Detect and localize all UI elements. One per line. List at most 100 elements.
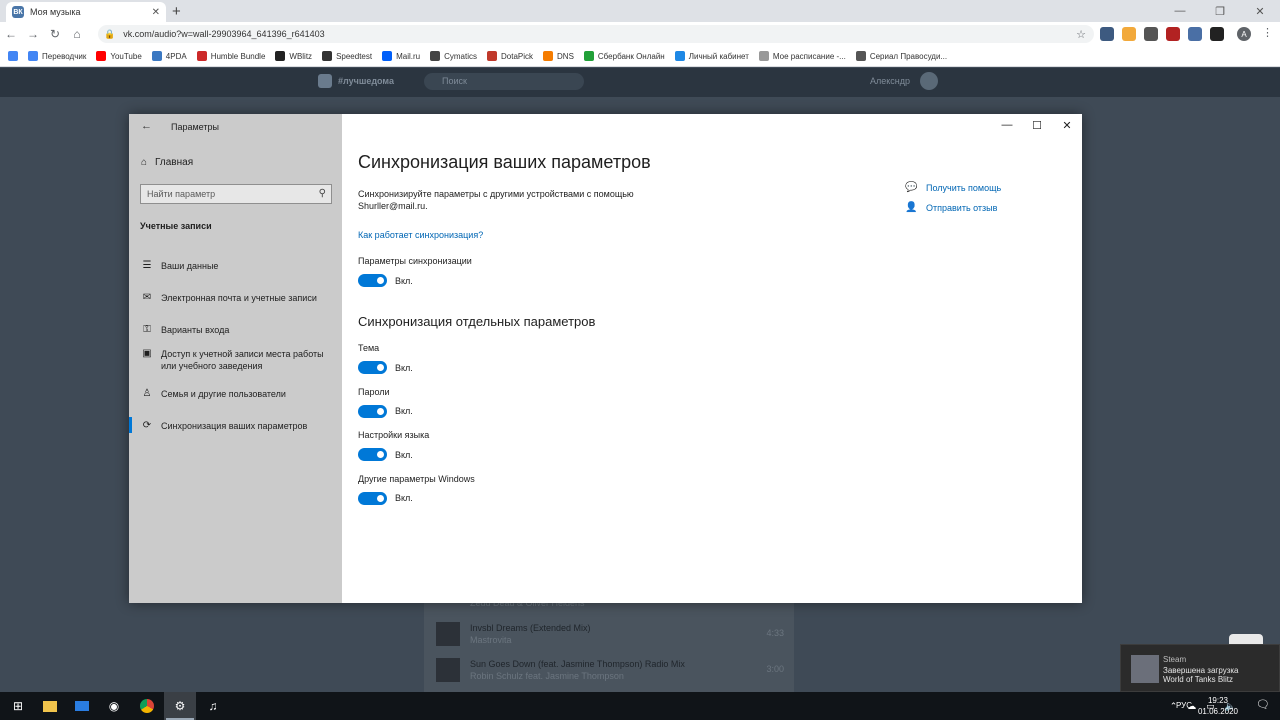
bookmark-dotapick[interactable]: DotaPick — [487, 51, 533, 61]
track-cover — [436, 658, 460, 682]
sync-toggle[interactable]: Вкл. — [358, 448, 413, 461]
toggle-switch[interactable] — [358, 491, 387, 505]
sync-toggle[interactable]: Вкл. — [358, 491, 413, 505]
translate-icon — [28, 51, 38, 61]
file-explorer-icon[interactable] — [34, 692, 66, 720]
sidebar-item-label: Главная — [155, 157, 194, 168]
track-duration: 4:33 — [766, 628, 784, 638]
extension-4-icon[interactable] — [1166, 27, 1180, 41]
sidebar-item-user-card[interactable]: ☰ Ваши данные — [129, 260, 342, 272]
minimize-icon[interactable]: — — [992, 114, 1022, 136]
bookmark-youtube[interactable]: YouTube — [96, 51, 142, 61]
tab-vk-music[interactable]: ВК Моя музыка ✕ — [6, 2, 166, 22]
steam-icon[interactable]: ◉ — [98, 692, 130, 720]
bookmark-dns[interactable]: DNS — [543, 51, 574, 61]
vk-user-avatar[interactable] — [920, 72, 938, 90]
bookmark-series[interactable]: Сериал Правосуди... — [855, 51, 947, 61]
toggle-switch[interactable] — [358, 448, 387, 461]
extension-2-icon[interactable] — [1122, 27, 1136, 41]
sync-settings-toggle[interactable]: Вкл. — [358, 274, 413, 287]
restore-icon[interactable]: ❐ — [1200, 0, 1240, 22]
maximize-icon[interactable]: ☐ — [1022, 114, 1052, 136]
sberbank-icon — [583, 51, 594, 61]
back-arrow-icon[interactable]: ← — [141, 120, 152, 132]
close-window-icon[interactable]: ✕ — [1240, 0, 1280, 22]
windows-start-icon[interactable]: ⊞ — [2, 692, 34, 720]
how-sync-works-link[interactable]: Как работает синхронизация? — [358, 230, 483, 240]
new-tab-icon[interactable]: + — [172, 3, 181, 20]
close-tab-icon[interactable]: ✕ — [152, 7, 160, 18]
bookmark-sberbank[interactable]: Сбербанк Онлайн — [583, 51, 665, 61]
browser-menu-icon[interactable]: ⋮ — [1262, 26, 1273, 39]
forward-arrow-icon[interactable]: → — [22, 27, 44, 41]
action-center-icon[interactable]: 🗨 — [1256, 698, 1270, 711]
mail-icon[interactable] — [66, 692, 98, 720]
bookmark-schedule[interactable]: Мое расписание -... — [758, 51, 846, 61]
search-icon[interactable]: ⚲ — [319, 188, 326, 199]
settings-content: — ☐ ✕ Синхронизация ваших параметров Син… — [358, 114, 1082, 603]
toggle-label: Пароли — [358, 386, 390, 397]
system-clock[interactable]: 19:23 01.06.2020 — [1198, 695, 1238, 717]
bookmark-translate[interactable]: Переводчик — [28, 51, 86, 61]
sync-toggle[interactable]: Вкл. — [358, 361, 413, 374]
vk-user-name[interactable]: Алексндр — [870, 76, 910, 86]
track-row[interactable]: Invsbl Dreams (Extended Mix) Mastrovita … — [436, 622, 784, 648]
page-title: Синхронизация ваших параметров — [358, 152, 651, 172]
send-feedback-link[interactable]: 👤 Отправить отзыв — [905, 202, 1001, 213]
bookmark-label: Humble Bundle — [210, 51, 266, 61]
extension-6-icon[interactable] — [1210, 27, 1224, 41]
briefcase-icon: ▣ — [142, 348, 152, 359]
get-help-link[interactable]: 💬 Получить помощь — [905, 182, 1001, 193]
youtube-icon — [96, 51, 107, 61]
bookmark-mailru[interactable]: Mail.ru — [382, 51, 420, 61]
bookmark-4pda[interactable]: 4PDA — [151, 51, 187, 61]
bookmark-humble[interactable]: Humble Bundle — [196, 51, 266, 61]
notification-app: Steam — [1163, 655, 1187, 664]
apps-icon[interactable] — [8, 51, 18, 61]
minimize-icon[interactable]: — — [1160, 0, 1200, 22]
track-row[interactable]: Sun Goes Down (feat. Jasmine Thompson) R… — [436, 658, 784, 684]
sidebar-item-sync[interactable]: ⟳ Синхронизация ваших параметров — [129, 417, 342, 433]
bookmark-wblitz[interactable]: WBlitz — [275, 51, 312, 61]
chrome-icon[interactable] — [131, 692, 163, 720]
tab-title: Моя музыка — [30, 7, 81, 17]
track-duration: 3:00 — [766, 664, 784, 674]
reload-icon[interactable]: ↻ — [44, 27, 66, 41]
help-label: Отправить отзыв — [926, 202, 998, 213]
back-arrow-icon[interactable]: ← — [0, 27, 22, 41]
sidebar-item-home[interactable]: ⌂ Главная — [141, 157, 193, 168]
home-icon: ⌂ — [141, 157, 148, 168]
settings-search: ⚲ — [140, 184, 332, 204]
sidebar-item-briefcase[interactable]: ▣ Доступ к учетной записи места работы ил… — [129, 348, 342, 372]
itunes-icon[interactable]: ♫ — [197, 692, 229, 720]
extension-1-icon[interactable] — [1100, 27, 1114, 41]
vk-search-input[interactable]: Поиск — [424, 73, 584, 90]
bookmark-cymatics[interactable]: Cymatics — [430, 51, 477, 61]
bookmark-speedtest[interactable]: Speedtest — [322, 51, 372, 61]
track-cover — [436, 622, 460, 646]
sync-toggle[interactable]: Вкл. — [358, 404, 413, 418]
steam-notification[interactable]: Steam Завершена загрузка World of Tanks … — [1120, 644, 1280, 692]
home-icon[interactable]: ⌂ — [66, 27, 88, 41]
close-icon[interactable]: ✕ — [1052, 114, 1082, 136]
bookmark-cabinet[interactable]: Личный кабинет — [674, 51, 749, 61]
sidebar-item-mail[interactable]: ✉ Электронная почта и учетные записи — [129, 292, 342, 304]
extension-3-icon[interactable] — [1144, 27, 1158, 41]
extension-5-icon[interactable] — [1188, 27, 1202, 41]
sidebar-item-key[interactable]: ⚿ Варианты входа — [129, 324, 342, 336]
toggle-switch[interactable] — [358, 361, 387, 374]
bookmark-label: DotaPick — [501, 51, 534, 61]
sidebar-item-family[interactable]: ♙ Семья и другие пользователи — [129, 388, 342, 400]
schedule-icon — [758, 51, 769, 61]
settings-window: ← Параметры ⌂ Главная ⚲ Учетные записи ☰… — [129, 114, 1082, 603]
settings-gear-icon[interactable]: ⚙ — [164, 692, 196, 720]
settings-sidebar: ← Параметры ⌂ Главная ⚲ Учетные записи ☰… — [129, 114, 342, 603]
profile-avatar[interactable]: A — [1237, 27, 1251, 41]
settings-search-input[interactable] — [147, 189, 312, 199]
toggle-switch[interactable] — [358, 404, 387, 418]
toggle-state: Вкл. — [395, 449, 413, 460]
bookmark-star-icon[interactable]: ☆ — [1076, 28, 1086, 41]
toggle-switch[interactable] — [358, 274, 387, 287]
language-indicator[interactable]: РУС — [1176, 701, 1192, 710]
address-bar[interactable]: 🔒 vk.com/audio?w=wall-29903964_641396_r6… — [98, 25, 1094, 43]
